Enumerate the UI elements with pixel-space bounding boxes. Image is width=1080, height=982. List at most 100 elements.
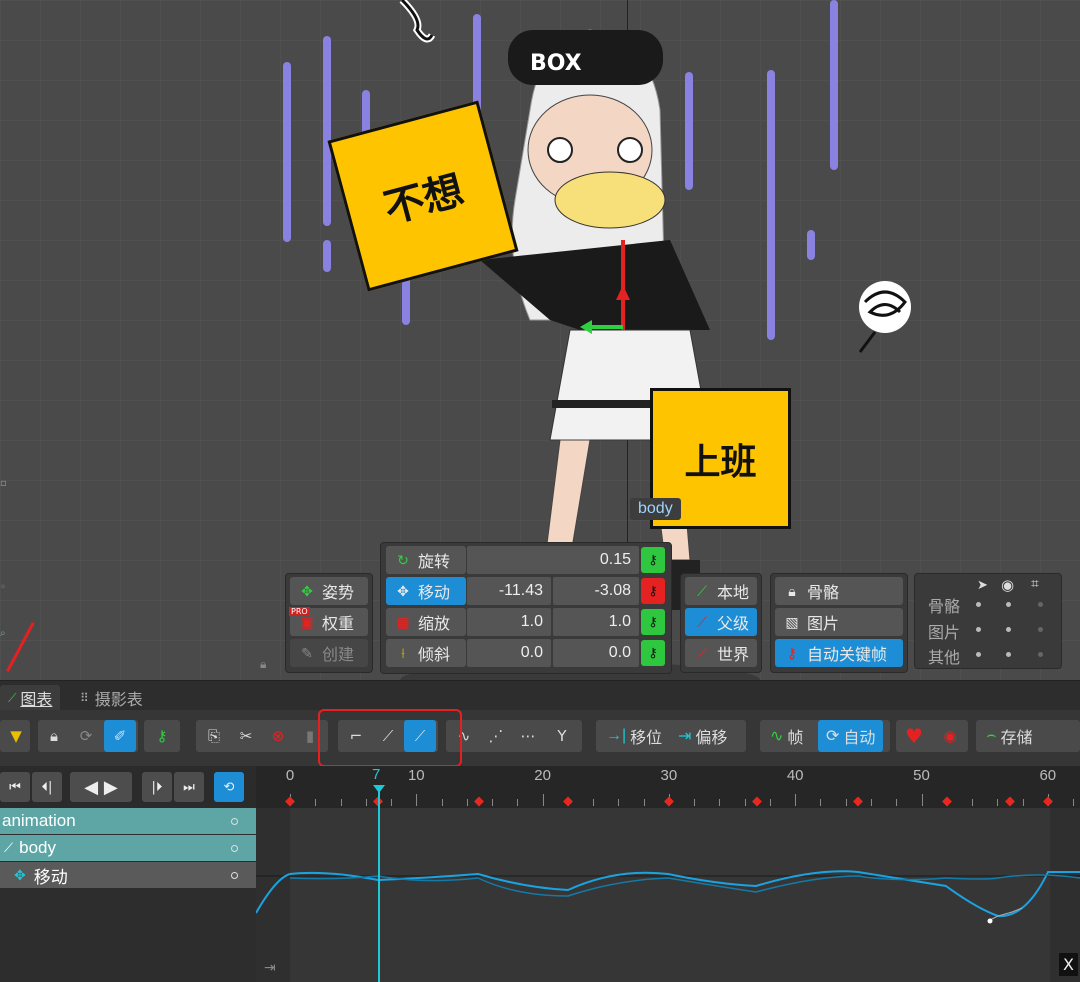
first-frame-icon[interactable]: ⏮ bbox=[0, 772, 30, 802]
ruler-tick bbox=[517, 799, 519, 806]
shear-key-button[interactable]: ⚷ bbox=[641, 640, 665, 666]
ruler-tick bbox=[365, 799, 367, 806]
cursor-icon[interactable]: ➤ bbox=[977, 578, 988, 593]
sync-icon[interactable]: ⟳ bbox=[70, 720, 102, 752]
store-button[interactable]: ⌢ 存储 bbox=[978, 720, 1041, 752]
canvas-viewport[interactable]: BOX 不想 上班 body ✥ 姿势 ▣ 权重 PRO ✎ 创建 ↻ 旋转 0… bbox=[0, 0, 1080, 680]
scale-label: 缩放 bbox=[418, 616, 451, 633]
copy-icon[interactable]: ⎘ bbox=[198, 720, 230, 752]
translate-x-value[interactable]: -11.43 bbox=[467, 577, 551, 605]
dots-icon[interactable]: ⋰ bbox=[480, 720, 512, 752]
pen-curve-icon[interactable]: ✐ bbox=[104, 720, 136, 752]
frames-button[interactable]: ∿ 帧 bbox=[762, 720, 811, 752]
keyframe-marker[interactable] bbox=[474, 796, 485, 807]
delete-icon[interactable]: ⊗ bbox=[262, 720, 294, 752]
vis-toggle[interactable] bbox=[1006, 627, 1011, 632]
keyframe-marker[interactable] bbox=[1042, 796, 1053, 807]
vis-toggle[interactable] bbox=[1006, 652, 1011, 657]
keyframe-marker[interactable] bbox=[285, 796, 295, 807]
vis-toggle[interactable] bbox=[1038, 652, 1043, 657]
ruler-tick bbox=[795, 794, 797, 806]
axis-local-button[interactable]: ⟋ 本地 bbox=[685, 577, 757, 605]
corner-label: X bbox=[1059, 953, 1078, 976]
tree-item-translate[interactable]: ✥ 移动 bbox=[0, 862, 256, 888]
tab-graph[interactable]: ⟋ 图表 bbox=[0, 685, 61, 711]
translate-button[interactable]: ✥ 移动 bbox=[386, 577, 466, 605]
pose-label: 姿势 bbox=[322, 585, 355, 602]
translate-key-button[interactable]: ⚷ bbox=[641, 578, 665, 604]
shear-y-value[interactable]: 0.0 bbox=[553, 639, 639, 667]
shift-button[interactable]: ⇥ 偏移 bbox=[670, 720, 735, 752]
eye-icon[interactable]: ◉ bbox=[1001, 576, 1014, 594]
rotate-button[interactable]: ↻ 旋转 bbox=[386, 546, 466, 574]
vis-toggle[interactable] bbox=[976, 652, 981, 657]
vis-toggle[interactable] bbox=[976, 627, 981, 632]
frames-label: 帧 bbox=[787, 730, 804, 747]
heart-icon[interactable]: ♥ bbox=[898, 720, 930, 752]
play-reverse-forward[interactable]: ◀ ▶ bbox=[70, 772, 132, 802]
ruler-tick-label: 30 bbox=[660, 767, 678, 784]
visibility-dot[interactable] bbox=[231, 844, 238, 852]
axis-world-label: 世界 bbox=[717, 647, 750, 664]
vis-toggle[interactable] bbox=[1038, 627, 1043, 632]
prev-key-icon[interactable]: ⏴| bbox=[32, 772, 62, 802]
tree-item-body[interactable]: ⟋ body bbox=[0, 835, 256, 861]
keyframe-marker[interactable] bbox=[1004, 796, 1015, 807]
flat-icon[interactable]: ⋯ bbox=[512, 720, 544, 752]
loop-icon[interactable]: ⟲ bbox=[214, 772, 244, 802]
axis-world-button[interactable]: ⟋ 世界 bbox=[685, 639, 757, 667]
animation-tree: animation ⟋ body ✥ 移动 bbox=[0, 808, 256, 982]
split-icon[interactable]: Y bbox=[546, 720, 578, 752]
next-key-icon[interactable]: |⏵ bbox=[142, 772, 172, 802]
playhead-line[interactable] bbox=[378, 788, 380, 982]
exit-icon[interactable]: ⇥ bbox=[264, 960, 276, 976]
rotate-value[interactable]: 0.15 bbox=[467, 546, 639, 574]
scale-y-value[interactable]: 1.0 bbox=[553, 608, 639, 636]
key-images-button[interactable]: ▧ 图片 bbox=[775, 608, 903, 636]
lock-icon[interactable]: 🔒︎ bbox=[38, 720, 70, 752]
tree-item-label: body bbox=[19, 838, 56, 857]
visibility-dot[interactable] bbox=[231, 871, 238, 879]
playhead-marker[interactable] bbox=[373, 785, 385, 793]
tool-icon[interactable]: ◦ bbox=[0, 582, 6, 593]
rotate-key-button[interactable]: ⚷ bbox=[641, 547, 665, 573]
visibility-dot[interactable] bbox=[231, 817, 238, 825]
shear-x-value[interactable]: 0.0 bbox=[467, 639, 551, 667]
cut-icon[interactable]: ✂ bbox=[230, 720, 262, 752]
tag-icon[interactable]: ⌗ bbox=[1031, 576, 1039, 592]
tab-dopesheet[interactable]: ⠿ 摄影表 bbox=[72, 685, 151, 711]
keyframe-marker[interactable] bbox=[752, 796, 763, 807]
keyframe-marker[interactable] bbox=[853, 796, 864, 807]
translate-label: 移动 bbox=[418, 585, 451, 602]
offset-button[interactable]: →| 移位 bbox=[598, 720, 670, 752]
filter-icon[interactable]: ▼ bbox=[0, 720, 32, 752]
scale-button[interactable]: ▦ 缩放 bbox=[386, 608, 466, 636]
scale-x-value[interactable]: 1.0 bbox=[467, 608, 551, 636]
auto-key-button[interactable]: ⚷ 自动关键帧 bbox=[775, 639, 903, 667]
lock-icon[interactable]: 🔒︎ bbox=[260, 657, 266, 672]
ruler-tick bbox=[391, 799, 393, 806]
key-icon[interactable]: ⚷ bbox=[146, 720, 178, 752]
last-frame-icon[interactable]: ⏭ bbox=[174, 772, 204, 802]
vis-toggle[interactable] bbox=[1006, 602, 1011, 607]
keyframe-marker[interactable] bbox=[663, 796, 674, 807]
keyframe-marker[interactable] bbox=[941, 796, 952, 807]
zoom-icon[interactable]: ⌕ bbox=[0, 628, 6, 639]
scale-key-button[interactable]: ⚷ bbox=[641, 609, 665, 635]
key-bones-button[interactable]: 🔒︎ 骨骼 bbox=[775, 577, 903, 605]
tool-icon[interactable]: ▫ bbox=[0, 478, 7, 489]
axis-parent-button[interactable]: ⟋ 父级 bbox=[685, 608, 757, 636]
view-group: 🔒︎ ⟳ ✐ bbox=[38, 720, 138, 752]
keyframe-marker[interactable] bbox=[562, 796, 573, 807]
create-button[interactable]: ✎ 创建 bbox=[290, 639, 368, 667]
tree-item-animation[interactable]: animation bbox=[0, 808, 256, 834]
vis-toggle[interactable] bbox=[1038, 602, 1043, 607]
shear-button[interactable]: ⟊ 倾斜 bbox=[386, 639, 466, 667]
key-icon: ⚷ bbox=[648, 614, 658, 630]
translate-y-value[interactable]: -3.08 bbox=[553, 577, 639, 605]
pose-button[interactable]: ✥ 姿势 bbox=[290, 577, 368, 605]
record-icon[interactable]: ◉ bbox=[934, 720, 966, 752]
ruler-tick bbox=[997, 799, 999, 806]
auto-button[interactable]: ⟳ 自动 bbox=[818, 720, 884, 752]
vis-toggle[interactable] bbox=[976, 602, 981, 607]
